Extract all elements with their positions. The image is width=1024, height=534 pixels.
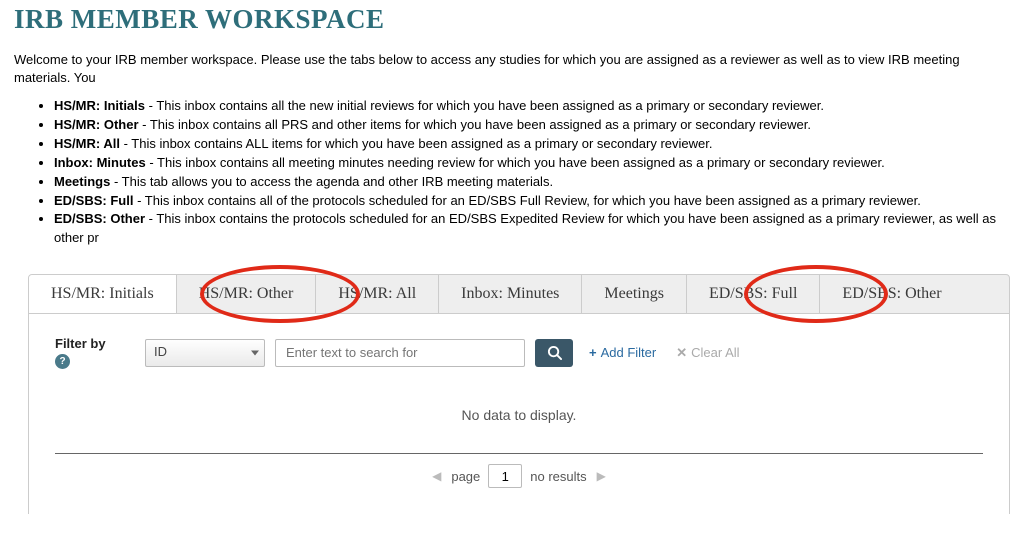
- divider: [55, 453, 983, 454]
- description-list: HS/MR: Initials - This inbox contains al…: [0, 93, 1024, 256]
- description-item: HS/MR: Initials - This inbox contains al…: [54, 97, 1010, 116]
- description-item: Inbox: Minutes - This inbox contains all…: [54, 154, 1010, 173]
- page-results-label: no results: [530, 469, 586, 484]
- tab-hsmr-initials[interactable]: HS/MR: Initials: [29, 275, 177, 314]
- tab-edsbs-other[interactable]: ED/SBS: Other: [820, 275, 963, 313]
- description-item: Meetings - This tab allows you to access…: [54, 173, 1010, 192]
- filter-field-value: ID: [145, 339, 265, 367]
- no-data-message: No data to display.: [55, 407, 983, 423]
- tab-bar: HS/MR: Initials HS/MR: Other HS/MR: All …: [28, 274, 1010, 314]
- filter-row: Filter by ? ID + Add Filter: [55, 336, 983, 369]
- search-icon: [547, 345, 562, 360]
- next-page-icon[interactable]: ▶: [595, 469, 608, 483]
- tab-hsmr-all[interactable]: HS/MR: All: [316, 275, 439, 313]
- plus-icon: +: [589, 345, 597, 360]
- pager: ◀ page no results ▶: [55, 464, 983, 488]
- prev-page-icon[interactable]: ◀: [430, 469, 443, 483]
- close-icon: ✕: [676, 345, 687, 361]
- page-number-input[interactable]: [488, 464, 522, 488]
- search-input[interactable]: [275, 339, 525, 367]
- clear-all-link: ✕ Clear All: [676, 345, 739, 361]
- page-label: page: [451, 469, 480, 484]
- description-item: ED/SBS: Full - This inbox contains all o…: [54, 192, 1010, 211]
- help-icon[interactable]: ?: [55, 354, 70, 369]
- tabs-container: HS/MR: Initials HS/MR: Other HS/MR: All …: [28, 274, 1010, 514]
- tab-meetings[interactable]: Meetings: [582, 275, 687, 313]
- description-item: ED/SBS: Other - This inbox contains the …: [54, 210, 1010, 248]
- tab-hsmr-other[interactable]: HS/MR: Other: [177, 275, 317, 313]
- page-title: IRB MEMBER WORKSPACE: [0, 0, 1024, 41]
- filter-field-select[interactable]: ID: [145, 339, 265, 367]
- intro-text: Welcome to your IRB member workspace. Pl…: [0, 41, 1024, 93]
- filter-label: Filter by: [55, 336, 106, 351]
- tab-inbox-minutes[interactable]: Inbox: Minutes: [439, 275, 582, 313]
- tab-panel: Filter by ? ID + Add Filter: [28, 314, 1010, 514]
- add-filter-link[interactable]: + Add Filter: [589, 345, 656, 360]
- tab-edsbs-full[interactable]: ED/SBS: Full: [687, 275, 820, 313]
- description-item: HS/MR: Other - This inbox contains all P…: [54, 116, 1010, 135]
- description-item: HS/MR: All - This inbox contains ALL ite…: [54, 135, 1010, 154]
- search-button[interactable]: [535, 339, 573, 367]
